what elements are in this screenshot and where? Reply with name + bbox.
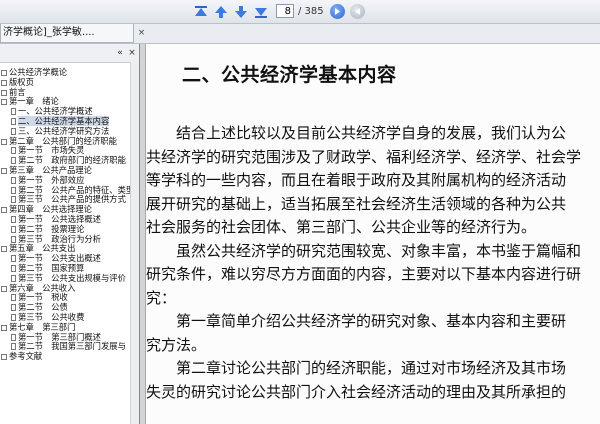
sidebar-item-label: 第四章 公共选择理论 xyxy=(9,204,92,215)
sidebar-item-label: 三、公共经济学研究方法 xyxy=(18,125,110,136)
sidebar-item-label: 第一节 第三部门概述 xyxy=(18,331,101,342)
bookmark-icon xyxy=(1,207,7,214)
page-icon xyxy=(11,225,16,233)
sidebar-item-label: 二、公共经济学基本内容 xyxy=(18,115,110,126)
text-line: 究： xyxy=(146,288,177,307)
text-line: 第二章讨论公共部门的经济职能，通过对市场经济及其市场 xyxy=(146,359,567,377)
sidebar-item-label: 一、公共经济学概述 xyxy=(18,106,93,117)
text-line: 究方法。 xyxy=(146,335,207,354)
sidebar-item-label: 第一章 绪论 xyxy=(9,96,59,107)
page-icon xyxy=(11,186,16,194)
bookmark-icon xyxy=(1,324,7,331)
sidebar-item-label: 第二节 政府部门的经济职能 xyxy=(18,155,126,166)
bookmark-icon xyxy=(1,99,7,106)
previous-page-icon[interactable] xyxy=(213,4,229,20)
sidebar-item[interactable]: 参考文献 xyxy=(0,351,139,362)
sidebar-item-label: 第七章 第三部门 xyxy=(9,321,76,332)
sidebar-item-label: 第三节 政治行为分析 xyxy=(18,233,101,244)
sidebar-item-label: 第一节 公共支出概述 xyxy=(18,253,101,264)
bookmark-icon xyxy=(1,246,7,253)
page-icon xyxy=(11,274,16,282)
bookmark-icon xyxy=(1,79,7,86)
sidebar-item-label: 第二节 国家预算 xyxy=(18,262,85,273)
bookmark-icon xyxy=(1,285,7,292)
sidebar-item-label: 第一节 市场失灵 xyxy=(18,145,85,156)
close-tab-icon[interactable]: × xyxy=(136,28,147,39)
last-page-icon[interactable] xyxy=(253,4,269,20)
sidebar-item-label: 第一节 税收 xyxy=(18,292,68,303)
document-page: 二、公共经济学基本内容 结合上述比较以及目前公共经济学自身的发展，我们认为公 共经… xyxy=(146,44,600,424)
sidebar-item-label: 第三节 公共产品的提供方式 xyxy=(18,194,126,205)
sidebar-item-label: 第二节 公债 xyxy=(18,302,68,313)
document-tab-strip: 济学概论]_张学敏.... × xyxy=(0,24,600,44)
text-line: 等学科的一些内容，而且在着眼于政府及其附属机构的经济活动 xyxy=(146,171,567,189)
page-icon xyxy=(11,264,16,272)
sidebar-item-label: 前言 xyxy=(9,86,26,97)
close-sidebar-icon[interactable]: × xyxy=(126,47,138,59)
text-line: 共经济学的研究范围涉及了财政学、福利经济学、经济学、社会学 xyxy=(146,147,582,166)
text-line: 结合上述比较以及目前公共经济学自身的发展，我们认为公 xyxy=(146,124,567,142)
sidebar-item-label: 第六章 公共收入 xyxy=(9,282,76,293)
text-line: 虽然公共经济学的研究范围较宽、对象丰富，本书鉴于篇幅和 xyxy=(146,241,582,260)
bookmark-icon xyxy=(1,167,7,174)
text-line: 研究条件，难以穷尽方方面面的内容，主要对以下基本内容进行研 xyxy=(146,265,582,283)
page-icon xyxy=(11,255,16,263)
document-tab[interactable]: 济学概论]_张学敏.... xyxy=(0,24,134,43)
page-icon xyxy=(11,343,16,351)
sidebar-item-label: 第三节 公共支出规模与评价 xyxy=(18,272,126,283)
text-line: 社会服务的社会团体、第三部门、公共企业等的经济行为。 xyxy=(146,218,537,236)
page-icon xyxy=(11,157,16,165)
sidebar-item-label: 第二节 投票理论 xyxy=(18,223,85,234)
first-page-icon[interactable] xyxy=(193,4,209,20)
page-number-input[interactable] xyxy=(276,4,294,18)
sidebar-item-label: 第二节 公共产品的特征、类型 xyxy=(18,184,135,195)
sidebar-item-label: 第一节 外部效应 xyxy=(18,174,85,185)
page-icon xyxy=(11,235,16,243)
document-body: 结合上述比较以及目前公共经济学自身的发展，我们认为公 共经济学的研究范围涉及了财政… xyxy=(146,122,600,404)
text-line: 第一章简单介绍公共经济学的研究对象、基本内容和主要研 xyxy=(146,312,567,330)
text-line: 失灵的研究讨论公共部门介入社会经济活动的理由及其所承担的 xyxy=(146,382,567,401)
sidebar-item-label: 第一节 公共选择概述 xyxy=(18,213,101,224)
sidebar-item-label: 参考文献 xyxy=(9,351,43,362)
go-forward-icon[interactable] xyxy=(330,4,345,19)
sidebar-item-label: 第三章 公共产品理论 xyxy=(9,164,92,175)
bookmark-icon xyxy=(1,89,7,96)
text-line: 展开研究的基础上，适当拓展至社会经济生活领域的各种为公共 xyxy=(146,194,567,213)
bookmark-sidebar: « × 公共经济学概论 版权页 前言 第一章 绪论 一、公共经济学概述 二、公共经济学基本… xyxy=(0,44,140,424)
bookmark-tree: 公共经济学概论 版权页 前言 第一章 绪论 一、公共经济学概述 二、公共经济学基本内容 三、… xyxy=(0,67,139,362)
page-icon xyxy=(11,176,16,184)
sidebar-item-label: 第五章 公共支出 xyxy=(9,243,76,254)
sidebar-item-label: 版权页 xyxy=(9,76,34,87)
page-icon xyxy=(11,127,16,135)
page-total: / 385 xyxy=(298,6,324,17)
reader-toolbar: / 385 xyxy=(0,0,600,24)
section-title: 二、公共经济学基本内容 xyxy=(182,64,397,86)
page-icon xyxy=(11,147,16,155)
page-icon xyxy=(11,117,16,125)
sidebar-item-label: 第三节 公共收费 xyxy=(18,311,85,322)
go-back-icon[interactable] xyxy=(350,4,365,19)
page-icon xyxy=(11,313,16,321)
page-icon xyxy=(11,294,16,302)
sidebar-item-label: 第二章 公共部门的经济职能 xyxy=(9,135,117,146)
page-icon xyxy=(11,304,16,312)
next-page-icon[interactable] xyxy=(233,4,249,20)
bookmark-icon xyxy=(1,354,7,361)
sidebar-scrollbar[interactable] xyxy=(130,62,139,424)
sidebar-header: « × xyxy=(0,44,139,63)
page-icon xyxy=(11,108,16,116)
bookmark-icon xyxy=(1,138,7,145)
page-icon xyxy=(11,215,16,223)
page-icon xyxy=(11,333,16,341)
bookmark-icon xyxy=(1,70,7,76)
page-icon xyxy=(11,196,16,204)
sidebar-item-label: 公共经济学概论 xyxy=(9,67,68,77)
sidebar-item-label: 第二节 我国第三部门发展与 xyxy=(18,341,126,352)
collapse-sidebar-icon[interactable]: « xyxy=(114,47,126,59)
